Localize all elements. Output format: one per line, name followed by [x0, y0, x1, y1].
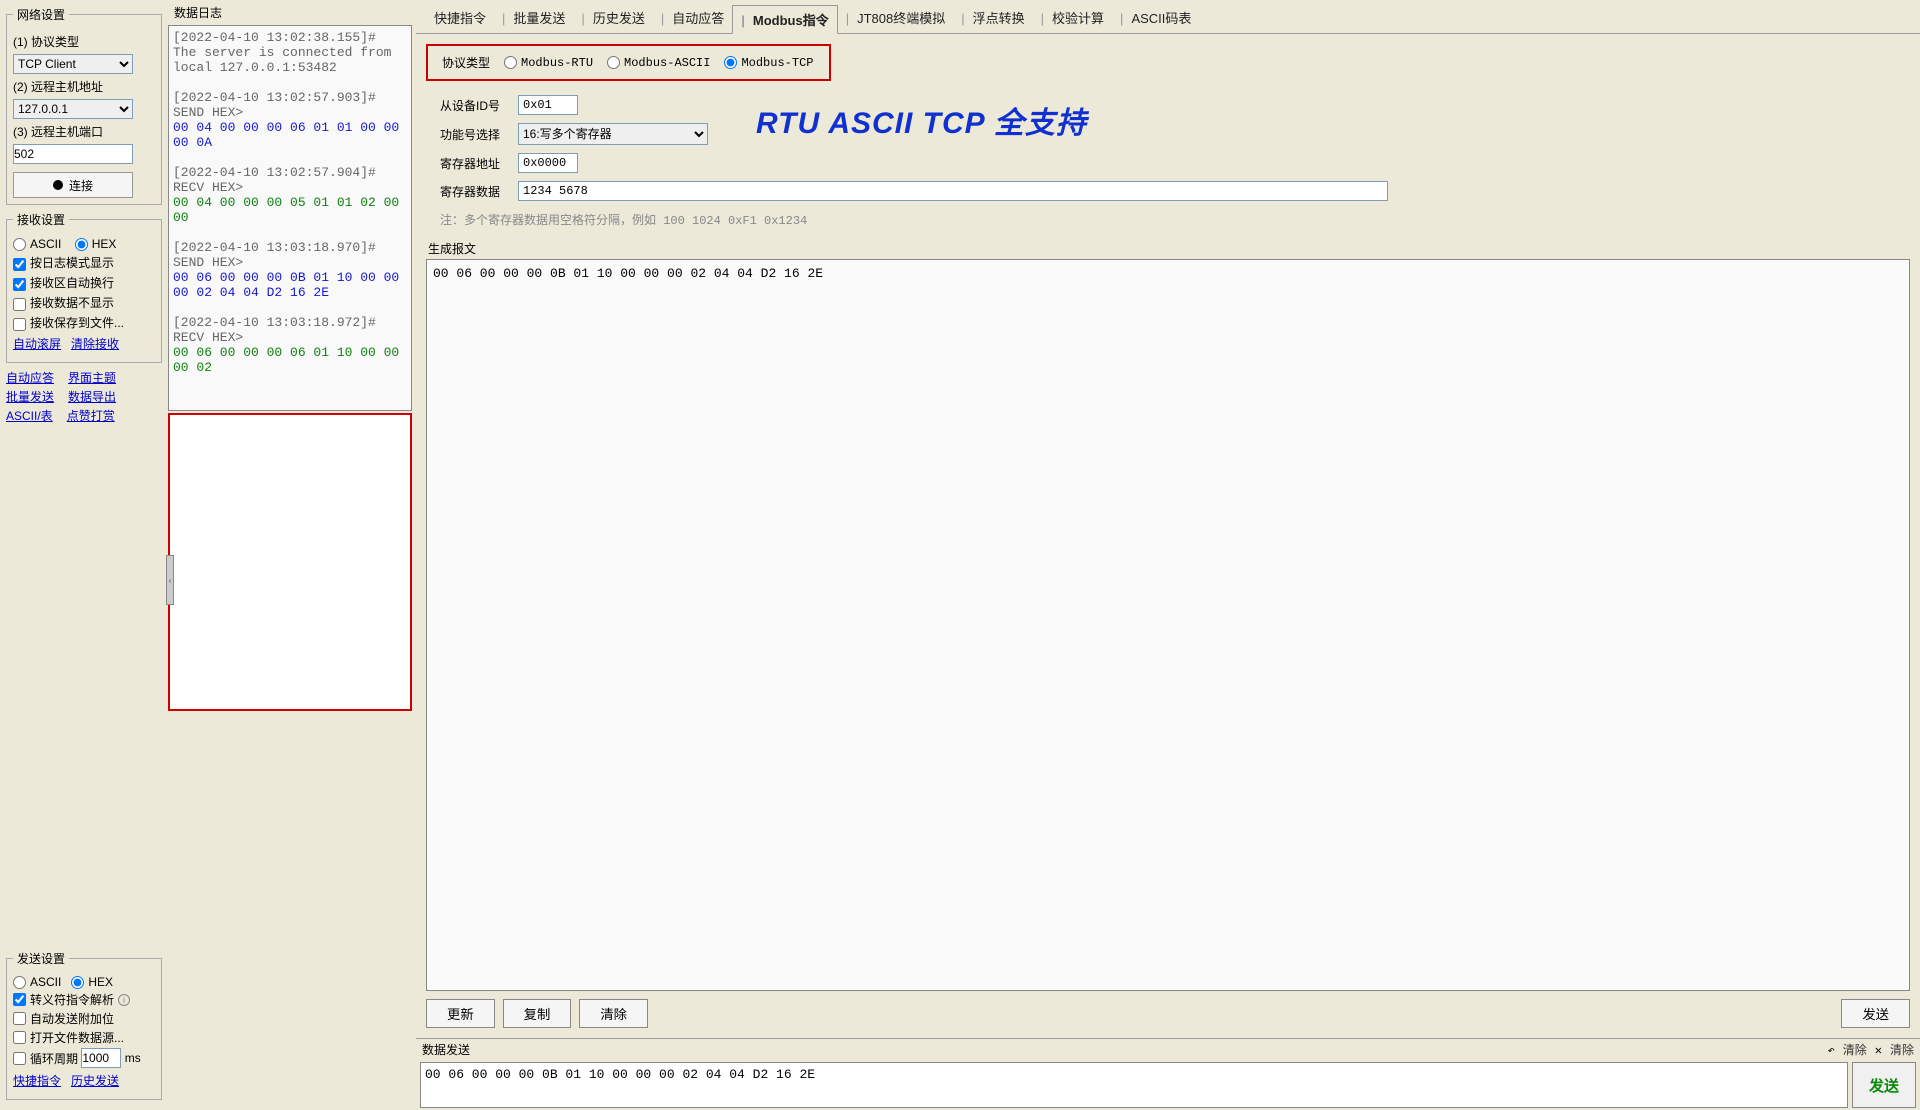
- left-panel: 网络设置 (1) 协议类型 TCP Client (2) 远程主机地址 127.…: [0, 0, 168, 1110]
- highlighted-box: [168, 413, 412, 711]
- host-select[interactable]: 127.0.0.1: [13, 99, 133, 119]
- connect-label: 连接: [69, 177, 93, 194]
- tabs: 快捷指令批量发送历史发送自动应答Modbus指令JT808终端模拟浮点转换校验计…: [416, 0, 1920, 34]
- info-icon[interactable]: i: [118, 994, 130, 1006]
- cycle-input[interactable]: [81, 1048, 121, 1068]
- send-settings: 发送设置 ASCII HEX 转义符指令解析i 自动发送附加位 打开文件数据源.…: [6, 950, 162, 1100]
- network-title: 网络设置: [13, 6, 69, 23]
- tab-Modbus指令[interactable]: Modbus指令: [732, 5, 837, 34]
- log-area[interactable]: [2022-04-10 13:02:38.155]# The server is…: [168, 25, 412, 411]
- network-settings: 网络设置 (1) 协议类型 TCP Client (2) 远程主机地址 127.…: [6, 6, 162, 205]
- tab-ASCII码表[interactable]: ASCII码表: [1112, 4, 1199, 33]
- clear-icon[interactable]: ✕: [1875, 1043, 1882, 1057]
- link-asciitable[interactable]: ASCII/表: [6, 407, 53, 424]
- log-title: 数据日志: [168, 0, 412, 25]
- link-export[interactable]: 数据导出: [68, 388, 116, 405]
- chk-logmode[interactable]: 按日志模式显示: [13, 254, 155, 271]
- clear-button[interactable]: 清除: [579, 999, 648, 1028]
- send-button[interactable]: 发送: [1841, 999, 1910, 1028]
- link-autoscroll[interactable]: 自动滚屏: [13, 335, 61, 352]
- tab-JT808终端模拟[interactable]: JT808终端模拟: [838, 4, 954, 33]
- recv-settings: 接收设置 ASCII HEX 按日志模式显示 接收区自动换行 接收数据不显示 接…: [6, 211, 162, 363]
- addr-input[interactable]: [518, 153, 578, 173]
- tab-自动应答[interactable]: 自动应答: [653, 4, 732, 33]
- port-label: (3) 远程主机端口: [13, 123, 155, 140]
- link-history[interactable]: 历史发送: [71, 1072, 119, 1089]
- addr-label: 寄存器地址: [440, 155, 510, 172]
- send-textarea[interactable]: 00 06 00 00 00 0B 01 10 00 00 00 02 04 0…: [420, 1062, 1848, 1108]
- chk-escape[interactable]: 转义符指令解析i: [13, 991, 155, 1008]
- connect-status-icon: [53, 180, 63, 190]
- chk-appendbit[interactable]: 自动发送附加位: [13, 1010, 155, 1027]
- connect-button[interactable]: 连接: [13, 172, 133, 198]
- tab-历史发送[interactable]: 历史发送: [573, 4, 652, 33]
- app-root: 网络设置 (1) 协议类型 TCP Client (2) 远程主机地址 127.…: [0, 0, 1920, 1110]
- gen-label: 生成报文: [428, 240, 1910, 257]
- send-hex-radio: [71, 976, 84, 989]
- host-label: (2) 远程主机地址: [13, 78, 155, 95]
- data-input[interactable]: [518, 181, 1388, 201]
- right-panel: 快捷指令批量发送历史发送自动应答Modbus指令JT808终端模拟浮点转换校验计…: [416, 0, 1920, 1110]
- tab-浮点转换[interactable]: 浮点转换: [953, 4, 1032, 33]
- send-title: 发送设置: [13, 950, 69, 967]
- modbus-tab-content: 协议类型 Modbus-RTU Modbus-ASCII Modbus-TCP …: [416, 34, 1920, 1038]
- collapse-handle[interactable]: ‹: [166, 555, 174, 605]
- link-donate[interactable]: 点赞打赏: [67, 407, 115, 424]
- link-clearrecv[interactable]: 清除接收: [71, 335, 119, 352]
- func-select[interactable]: 16:写多个寄存器: [518, 123, 708, 145]
- data-label: 寄存器数据: [440, 183, 510, 200]
- update-button[interactable]: 更新: [426, 999, 495, 1028]
- port-input[interactable]: [13, 144, 133, 164]
- banner-text: RTU ASCII TCP 全支持: [756, 98, 1087, 142]
- link-theme[interactable]: 界面主题: [68, 369, 116, 386]
- protocol-label: (1) 协议类型: [13, 33, 155, 50]
- link-batchsend[interactable]: 批量发送: [6, 388, 54, 405]
- proto-label: 协议类型: [442, 54, 490, 71]
- copy-button[interactable]: 复制: [503, 999, 572, 1028]
- radio-rtu[interactable]: Modbus-RTU: [504, 56, 593, 70]
- recv-ascii-radio: [13, 238, 26, 251]
- func-label: 功能号选择: [440, 126, 510, 143]
- protocol-type-box: 协议类型 Modbus-RTU Modbus-ASCII Modbus-TCP: [426, 44, 831, 81]
- chk-wrap[interactable]: 接收区自动换行: [13, 274, 155, 291]
- chk-hidesend[interactable]: 接收数据不显示: [13, 294, 155, 311]
- reset-icon[interactable]: ↶: [1828, 1043, 1835, 1057]
- send-ascii-radio: [13, 976, 26, 989]
- gen-output[interactable]: 00 06 00 00 00 0B 01 10 00 00 00 02 04 0…: [426, 259, 1910, 991]
- tab-校验计算[interactable]: 校验计算: [1033, 4, 1112, 33]
- bottom-send-area: 数据发送 ↶ 清除 ✕ 清除 00 06 00 00 00 0B 01 10 00 …: [416, 1038, 1920, 1110]
- chk-openfile[interactable]: 打开文件数据源...: [13, 1029, 155, 1046]
- mid-panel: ‹ 数据日志 [2022-04-10 13:02:38.155]# The se…: [168, 0, 416, 1110]
- clear-link-1[interactable]: 清除: [1843, 1041, 1867, 1058]
- recv-title: 接收设置: [13, 211, 69, 228]
- recv-hex-radio: [75, 238, 88, 251]
- slave-label: 从设备ID号: [440, 97, 510, 114]
- clear-link-2[interactable]: 清除: [1890, 1041, 1914, 1058]
- link-shortcut[interactable]: 快捷指令: [13, 1072, 61, 1089]
- slave-input[interactable]: [518, 95, 578, 115]
- link-autoresp[interactable]: 自动应答: [6, 369, 54, 386]
- chk-cycle[interactable]: 循环周期 ms: [13, 1048, 155, 1068]
- bottom-title: 数据发送: [422, 1041, 470, 1058]
- send-main-button[interactable]: 发送: [1852, 1062, 1916, 1108]
- tab-快捷指令[interactable]: 快捷指令: [426, 4, 494, 33]
- chk-savefile[interactable]: 接收保存到文件...: [13, 314, 155, 331]
- data-note: 注：多个寄存器数据用空格符分隔，例如 100 1024 0xF1 0x1234: [440, 211, 1910, 228]
- radio-tcp[interactable]: Modbus-TCP: [724, 56, 813, 70]
- tab-批量发送[interactable]: 批量发送: [494, 4, 573, 33]
- radio-ascii[interactable]: Modbus-ASCII: [607, 56, 710, 70]
- protocol-select[interactable]: TCP Client: [13, 54, 133, 74]
- action-links: 自动应答界面主题 批量发送数据导出 ASCII/表点赞打赏: [6, 369, 162, 424]
